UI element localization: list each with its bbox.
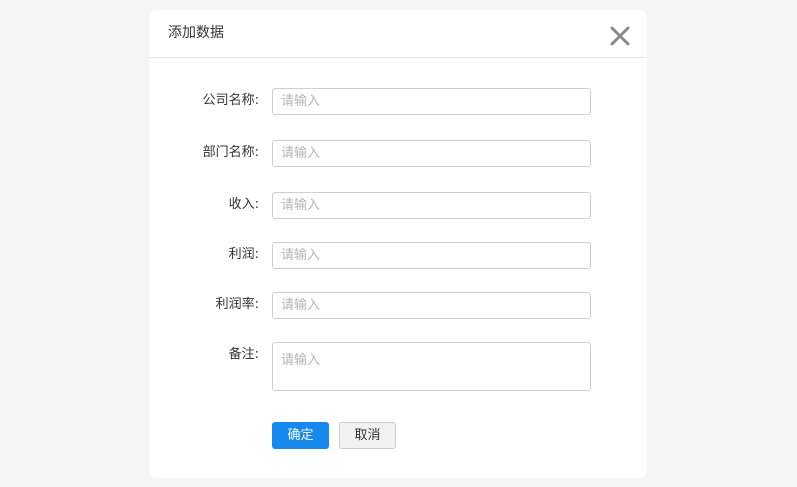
profit-margin-input[interactable] — [272, 292, 591, 319]
remarks-textarea[interactable] — [272, 342, 591, 391]
dialog-header: 添加数据 — [149, 10, 647, 58]
remarks-label: 备注: — [228, 347, 259, 362]
income-label: 收入: — [228, 197, 259, 212]
company-name-input[interactable] — [272, 88, 591, 115]
company-name-label: 公司名称: — [202, 93, 259, 108]
close-icon[interactable] — [608, 24, 632, 48]
add-data-dialog: 添加数据 公司名称: 部门名称: 收入: 利润: 利润率: 备注: 确定 取消 — [149, 10, 647, 478]
profit-label: 利润: — [228, 247, 259, 262]
dialog-title: 添加数据 — [168, 25, 224, 41]
department-name-input[interactable] — [272, 140, 591, 167]
cancel-button[interactable]: 取消 — [339, 422, 396, 449]
profit-margin-label: 利润率: — [215, 297, 259, 312]
income-input[interactable] — [272, 192, 591, 219]
department-name-label: 部门名称: — [202, 145, 259, 160]
confirm-button[interactable]: 确定 — [272, 422, 329, 449]
profit-input[interactable] — [272, 242, 591, 269]
